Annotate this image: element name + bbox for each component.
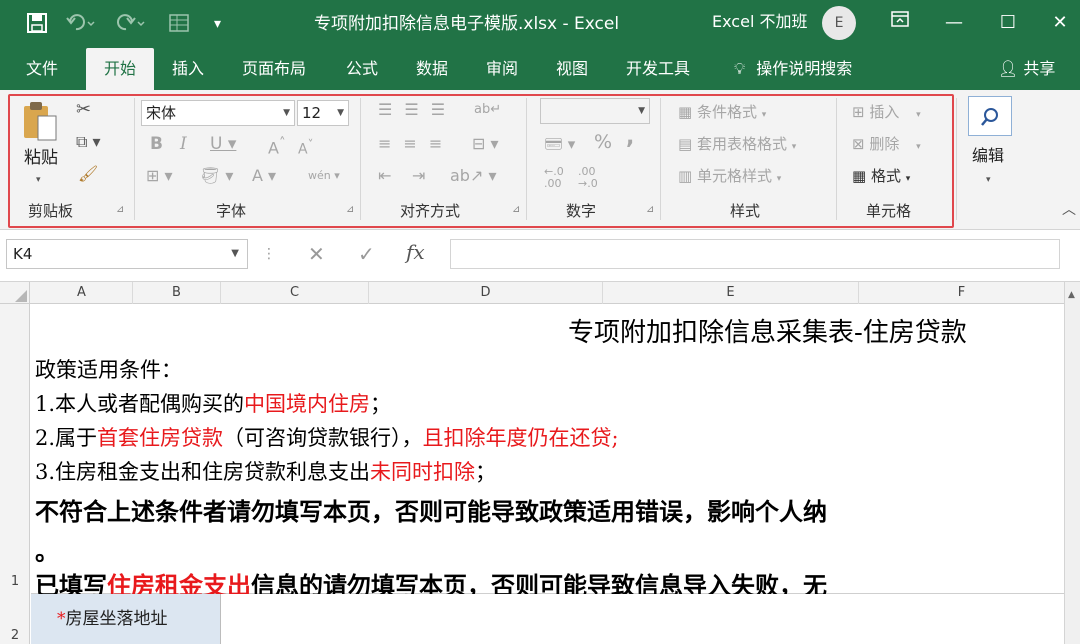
window-title: 专项附加扣除信息电子模版.xlsx - Excel: [314, 14, 620, 34]
separator: [956, 98, 957, 220]
cell-a2[interactable]: *房屋坐落地址: [31, 594, 221, 644]
name-box[interactable]: K4 ▼: [6, 239, 248, 269]
person-add-icon: 👤︎: [998, 59, 1019, 78]
policy-line-3: 3.住房租金支出和住房贷款利息支出未同时扣除；: [35, 460, 497, 484]
cell-b2[interactable]: [221, 594, 1064, 644]
tab-insert[interactable]: 插入: [172, 48, 204, 90]
ribbon-tabs: 文件 开始 插入 页面布局 公式 数据 审阅 视图 开发工具 💡︎ 操作说明搜索…: [0, 48, 1080, 90]
title-bar: ▾ 专项附加扣除信息电子模版.xlsx - Excel Excel 不加班 E …: [0, 0, 1080, 48]
ribbon-display-icon[interactable]: [880, 8, 920, 38]
column-header-a[interactable]: A: [31, 282, 133, 304]
form-icon[interactable]: [168, 12, 196, 36]
more-options-icon[interactable]: ⋮: [262, 242, 276, 266]
row-header-2[interactable]: 2: [0, 628, 30, 643]
tab-file[interactable]: 文件: [26, 48, 58, 90]
formula-bar: K4 ▼ ⋮ ✕ ✓ fx: [0, 230, 1080, 282]
undo-icon[interactable]: [66, 12, 96, 36]
tab-data[interactable]: 数据: [416, 48, 448, 90]
scroll-up-icon[interactable]: ▲: [1068, 290, 1075, 300]
row-headers: 1 2: [0, 304, 30, 644]
column-headers: A B C D E F: [0, 282, 1064, 304]
cancel-icon[interactable]: ✕: [308, 242, 325, 266]
tab-developer[interactable]: 开发工具: [626, 48, 690, 90]
worksheet-grid: 专项附加扣除信息采集表-住房贷款 政策适用条件： 1.本人或者配偶购买的中国境内…: [31, 304, 1064, 644]
editing-dropdown-icon[interactable]: ▾: [986, 170, 991, 190]
tab-view[interactable]: 视图: [556, 48, 588, 90]
cell-a1[interactable]: 专项附加扣除信息采集表-住房贷款 政策适用条件： 1.本人或者配偶购买的中国境内…: [31, 304, 1064, 600]
collapse-ribbon-icon[interactable]: ︿: [1062, 200, 1076, 220]
warning-line-1: 不符合上述条件者请勿填写本页，否则可能导致政策适用错误，影响个人纳: [35, 498, 827, 526]
column-header-b[interactable]: B: [133, 282, 221, 304]
policy-line-2: 2.属于首套住房贷款（可咨询贷款银行），且扣除年度仍在还贷;: [35, 426, 619, 450]
save-icon[interactable]: [26, 12, 48, 36]
tab-page-layout[interactable]: 页面布局: [242, 48, 306, 90]
column-header-f[interactable]: F: [859, 282, 1064, 304]
share-button[interactable]: 👤︎ 共享: [998, 48, 1055, 90]
required-marker: *: [57, 609, 66, 629]
lightbulb-icon: 💡︎: [734, 59, 746, 78]
select-all-button[interactable]: [0, 282, 30, 304]
ribbon-highlight-box: [8, 94, 954, 228]
enter-icon[interactable]: ✓: [358, 242, 375, 266]
policy-line-title: 政策适用条件：: [35, 358, 182, 382]
account-name[interactable]: Excel 不加班: [712, 10, 807, 34]
minimize-button[interactable]: —: [934, 8, 974, 38]
customize-toolbar-icon[interactable]: ▾: [214, 12, 221, 36]
insert-function-button[interactable]: fx: [406, 240, 425, 264]
column-header-d[interactable]: D: [369, 282, 603, 304]
formula-input[interactable]: [450, 239, 1060, 269]
vertical-scrollbar[interactable]: ▲: [1064, 282, 1080, 644]
tab-home[interactable]: 开始: [86, 48, 154, 90]
editing-button[interactable]: 编辑: [972, 146, 1004, 166]
maximize-button[interactable]: ☐: [988, 8, 1028, 38]
close-button[interactable]: ✕: [1040, 8, 1080, 38]
chevron-down-icon: ▼: [231, 248, 239, 259]
search-icon[interactable]: [968, 96, 1012, 136]
row-header-1[interactable]: 1: [0, 574, 30, 589]
column-header-e[interactable]: E: [603, 282, 859, 304]
policy-line-1: 1.本人或者配偶购买的中国境内住房；: [35, 392, 392, 416]
sheet-heading: 专项附加扣除信息采集表-住房贷款: [568, 318, 967, 348]
tab-formulas[interactable]: 公式: [346, 48, 378, 90]
redo-icon[interactable]: [116, 12, 146, 36]
warning-line-1-end: 。: [35, 538, 59, 566]
avatar[interactable]: E: [822, 6, 856, 40]
column-header-c[interactable]: C: [221, 282, 369, 304]
tab-review[interactable]: 审阅: [486, 48, 518, 90]
search-tell-me[interactable]: 💡︎ 操作说明搜索: [734, 48, 852, 90]
